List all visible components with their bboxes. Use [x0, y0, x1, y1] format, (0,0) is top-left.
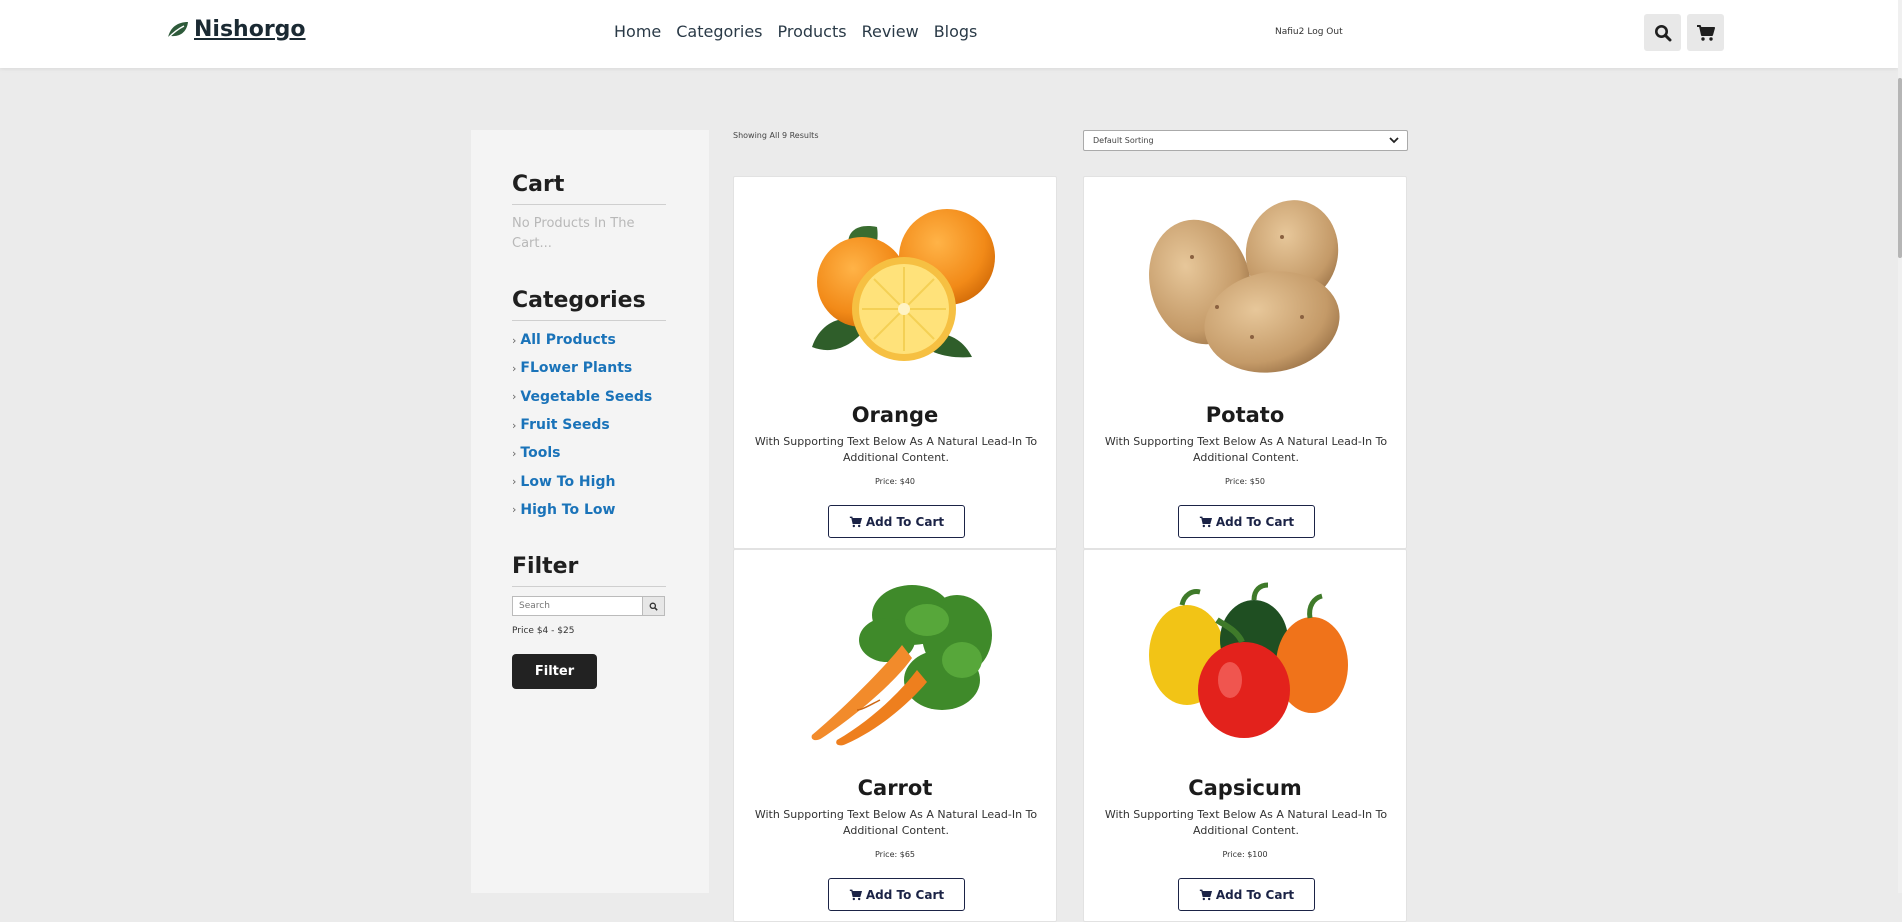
cart-icon [1697, 24, 1715, 41]
nav-blogs[interactable]: Blogs [934, 22, 978, 41]
product-description: With Supporting Text Below As A Natural … [1104, 808, 1388, 837]
nav-home[interactable]: Home [614, 22, 661, 41]
product-title: Orange [851, 403, 939, 427]
product-title: Potato [1205, 403, 1285, 427]
cart-heading: Cart [512, 172, 565, 197]
product-price: Price: $50 [1224, 477, 1266, 486]
product-card-orange[interactable]: Orange With Supporting Text Below As A N… [733, 176, 1057, 549]
category-label: All Products [520, 332, 616, 349]
chevron-right-icon: › [512, 503, 517, 517]
price-range-label: Price $4 - $25 [512, 626, 575, 636]
header-search-button[interactable] [1644, 14, 1681, 51]
category-high-to-low[interactable]: › High To Low [512, 496, 652, 524]
search-icon [1654, 24, 1671, 41]
chevron-right-icon: › [512, 475, 517, 489]
category-label: Vegetable Seeds [520, 388, 653, 405]
category-fruit-seeds[interactable]: › Fruit Seeds [512, 411, 652, 439]
product-price: Price: $65 [874, 850, 916, 859]
cart-divider [512, 204, 666, 205]
add-to-cart-button[interactable]: Add To Cart [1178, 505, 1315, 538]
add-to-cart-label: Add To Cart [1215, 887, 1295, 902]
add-to-cart-button[interactable]: Add To Cart [828, 505, 965, 538]
chevron-right-icon: › [512, 390, 517, 404]
cart-icon [849, 516, 862, 527]
chevron-right-icon: › [512, 418, 517, 432]
orange-product-image [812, 209, 995, 361]
product-title: Carrot [857, 776, 933, 800]
cart-empty-text: No Products In The Cart... [512, 216, 635, 251]
product-description: With Supporting Text Below As A Natural … [754, 808, 1038, 837]
product-price: Price: $100 [1222, 850, 1268, 859]
cart-icon [849, 889, 862, 900]
categories-divider [512, 320, 666, 321]
logout-link[interactable]: Log Out [1307, 27, 1342, 37]
category-label: Tools [520, 445, 561, 462]
add-to-cart-label: Add To Cart [1215, 514, 1295, 529]
leaf-icon [167, 21, 188, 39]
category-all-products[interactable]: › All Products [512, 326, 652, 354]
category-low-to-high[interactable]: › Low To High [512, 467, 652, 495]
product-card-capsicum[interactable]: Capsicum With Supporting Text Below As A… [1083, 549, 1407, 922]
brand-name: Nishorgo [194, 17, 306, 42]
chevron-down-icon [1389, 137, 1399, 144]
category-tools[interactable]: › Tools [512, 439, 652, 467]
username: Nafiu2 [1275, 27, 1305, 37]
cart-icon [1199, 516, 1212, 527]
capsicum-product-image [1149, 582, 1348, 738]
filter-divider [512, 586, 666, 587]
category-flower-plants[interactable]: › FLower Plants [512, 354, 652, 382]
sort-selected-value: Default Sorting [1093, 136, 1154, 145]
product-card-potato[interactable]: Potato With Supporting Text Below As A N… [1083, 176, 1407, 549]
site-header: Nishorgo Home Categories Products Review… [0, 0, 1898, 68]
product-title: Capsicum [1188, 776, 1302, 800]
filter-search-button[interactable] [643, 596, 665, 616]
add-to-cart-button[interactable]: Add To Cart [828, 878, 965, 911]
sort-select[interactable]: Default Sorting [1083, 130, 1408, 151]
add-to-cart-label: Add To Cart [865, 514, 945, 529]
results-count: Showing All 9 Results [733, 131, 819, 140]
add-to-cart-label: Add To Cart [865, 887, 945, 902]
category-list: › All Products › FLower Plants › Vegetable … [512, 326, 652, 524]
brand-logo[interactable]: Nishorgo [166, 17, 306, 42]
category-label: Low To High [520, 473, 616, 490]
filter-button[interactable]: Filter [512, 654, 597, 689]
chevron-right-icon: › [512, 361, 517, 375]
categories-heading: Categories [512, 288, 646, 313]
scrollbar-thumb[interactable] [1898, 78, 1902, 258]
nav-categories[interactable]: Categories [676, 22, 762, 41]
user-area: Nafiu2 Log Out [1275, 27, 1343, 37]
main-nav: Home Categories Products Review Blogs [614, 22, 977, 41]
add-to-cart-button[interactable]: Add To Cart [1178, 878, 1315, 911]
filter-search [512, 596, 665, 616]
potato-product-image [1149, 200, 1340, 373]
header-cart-button[interactable] [1687, 14, 1724, 51]
search-icon [649, 602, 658, 611]
nav-review[interactable]: Review [862, 22, 919, 41]
category-label: High To Low [520, 501, 616, 518]
category-label: Fruit Seeds [520, 417, 610, 434]
category-vegetable-seeds[interactable]: › Vegetable Seeds [512, 383, 652, 411]
page-scrollbar[interactable] [1898, 0, 1902, 893]
carrot-product-image [811, 585, 992, 746]
filter-heading: Filter [512, 554, 579, 579]
product-description: With Supporting Text Below As A Natural … [754, 435, 1038, 464]
sidebar: Cart No Products In The Cart... Categori… [471, 130, 709, 893]
category-label: FLower Plants [520, 360, 633, 377]
cart-icon [1199, 889, 1212, 900]
product-description: With Supporting Text Below As A Natural … [1104, 435, 1388, 464]
nav-products[interactable]: Products [778, 22, 847, 41]
product-card-carrot[interactable]: Carrot With Supporting Text Below As A N… [733, 549, 1057, 922]
chevron-right-icon: › [512, 446, 517, 460]
filter-search-input[interactable] [512, 596, 643, 616]
chevron-right-icon: › [512, 333, 517, 347]
product-price: Price: $40 [874, 477, 916, 486]
